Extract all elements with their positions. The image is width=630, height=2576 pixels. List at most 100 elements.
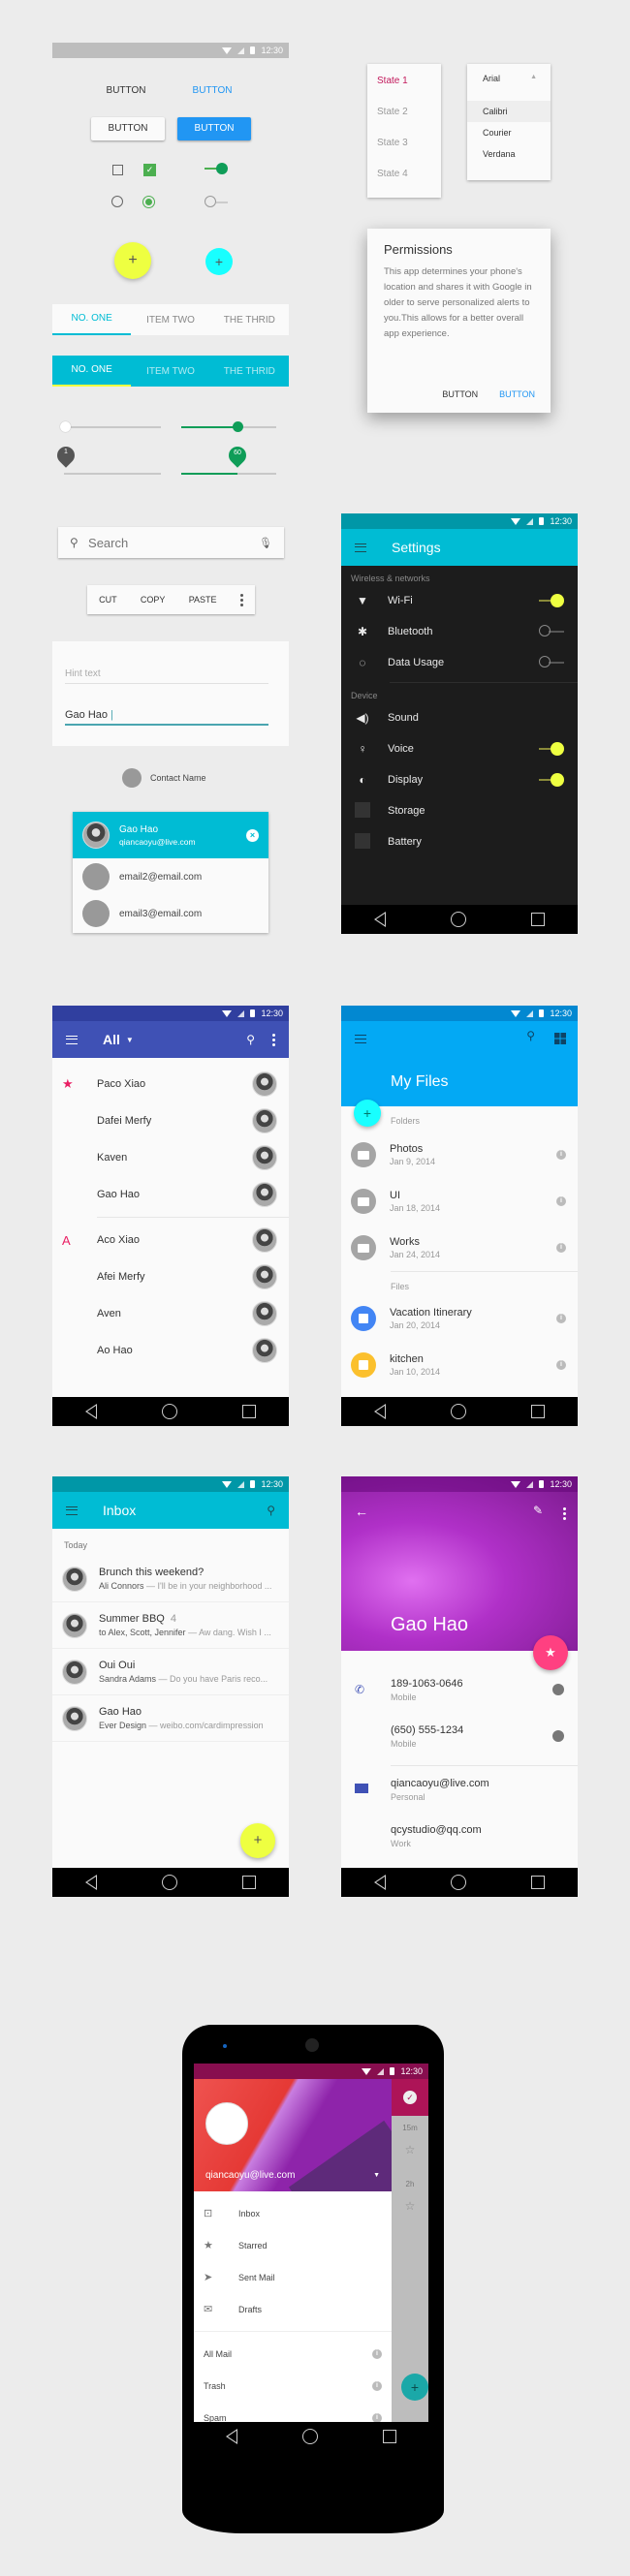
- search-input[interactable]: [88, 535, 260, 550]
- tab-two[interactable]: ITEM TWO: [131, 366, 209, 377]
- dropdown-option[interactable]: Courier: [467, 122, 551, 143]
- grid-view-icon[interactable]: [554, 1033, 566, 1044]
- compose-fab[interactable]: +: [401, 2374, 428, 2401]
- star-outline-icon[interactable]: ☆: [392, 2199, 428, 2213]
- menu-icon[interactable]: [355, 543, 366, 552]
- back-icon[interactable]: [226, 2429, 238, 2444]
- checkbox-unchecked[interactable]: [112, 165, 123, 175]
- file-row[interactable]: kitchen Jan 10, 2014 i: [341, 1342, 578, 1388]
- star-outline-icon[interactable]: ☆: [392, 2143, 428, 2157]
- folder-row[interactable]: Works Jan 24, 2014 i: [341, 1225, 578, 1271]
- paste-button[interactable]: PASTE: [189, 595, 217, 605]
- back-icon[interactable]: [373, 1404, 386, 1419]
- tab-two[interactable]: ITEM TWO: [131, 315, 209, 326]
- slider-thumb[interactable]: [233, 421, 243, 432]
- dropdown-option[interactable]: Calibri: [467, 101, 551, 122]
- info-icon[interactable]: i: [372, 2412, 382, 2423]
- slider-thumb[interactable]: [60, 421, 71, 432]
- toggle-on[interactable]: [539, 594, 564, 607]
- info-icon[interactable]: i: [556, 1150, 566, 1160]
- back-icon[interactable]: [373, 1875, 386, 1890]
- contact-row[interactable]: ★ Paco Xiao: [52, 1066, 289, 1102]
- back-icon[interactable]: [84, 1404, 97, 1419]
- home-icon[interactable]: [161, 1875, 177, 1890]
- message-row[interactable]: Summer BBQ 4 to Alex, Scott, Jennifer — Aw…: [52, 1602, 289, 1649]
- home-icon[interactable]: [301, 2429, 318, 2444]
- setting-display[interactable]: ◐ Display: [341, 764, 578, 795]
- email-row[interactable]: qiancaoyu@live.com Personal: [341, 1766, 578, 1813]
- message-row[interactable]: Gao Hao Ever Design — weibo.com/cardimpre…: [52, 1695, 289, 1742]
- contact-row[interactable]: Aven: [52, 1295, 289, 1332]
- cut-button[interactable]: CUT: [99, 595, 117, 605]
- chip-label[interactable]: Contact Name: [150, 773, 206, 783]
- copy-button[interactable]: COPY: [141, 595, 166, 605]
- home-icon[interactable]: [450, 1875, 466, 1890]
- menu-item-state-4[interactable]: State 4: [367, 169, 441, 200]
- recents-icon[interactable]: [242, 1876, 257, 1889]
- slider-pin[interactable]: [53, 443, 79, 468]
- account-option[interactable]: email2@email.com: [73, 858, 268, 895]
- folder-row[interactable]: Photos Jan 9, 2014 i: [341, 1132, 578, 1178]
- setting-wifi[interactable]: ▼ Wi-Fi: [341, 585, 578, 616]
- info-icon[interactable]: i: [556, 1243, 566, 1253]
- file-row[interactable]: Vacation Itinerary Jan 20, 2014 i: [341, 1295, 578, 1342]
- contact-row[interactable]: Afei Merfy: [52, 1258, 289, 1295]
- drawer-label-item[interactable]: All Mail i: [194, 2338, 392, 2370]
- compose-fab[interactable]: +: [240, 1823, 275, 1858]
- contact-row[interactable]: Gao Hao: [52, 1176, 289, 1213]
- phone-row[interactable]: ✆ 189-1063-0646 Mobile: [341, 1666, 578, 1713]
- name-text-field[interactable]: Gao Hao |: [65, 709, 268, 726]
- contact-row[interactable]: Ao Hao: [52, 1332, 289, 1369]
- raised-button[interactable]: BUTTON: [91, 117, 165, 140]
- toggle-off[interactable]: [539, 656, 564, 669]
- edit-icon[interactable]: ✎: [533, 1504, 543, 1517]
- tab-three[interactable]: THE THRID: [210, 315, 289, 326]
- menu-icon[interactable]: [66, 1505, 78, 1515]
- search-icon[interactable]: ⚲: [267, 1504, 275, 1517]
- search-icon[interactable]: ⚲: [246, 1033, 255, 1046]
- toggle-on[interactable]: [539, 773, 564, 787]
- info-icon[interactable]: i: [556, 1314, 566, 1323]
- tab-one[interactable]: NO. ONE: [52, 304, 132, 335]
- message-icon[interactable]: [552, 1730, 564, 1742]
- recents-icon[interactable]: [531, 1876, 546, 1889]
- switch-on[interactable]: [216, 163, 228, 174]
- filter-dropdown[interactable]: All: [103, 1032, 120, 1047]
- drawer-item[interactable]: ✉ Drafts: [194, 2293, 392, 2325]
- more-vert-icon[interactable]: [563, 1507, 566, 1520]
- folder-row[interactable]: UI Jan 18, 2014 i: [341, 1178, 578, 1225]
- account-selected[interactable]: Gao Hao qiancaoyu@live.com ×: [73, 812, 268, 858]
- toggle-on[interactable]: [539, 742, 564, 756]
- menu-icon[interactable]: [355, 1035, 366, 1043]
- checkbox-checked[interactable]: ✓: [143, 164, 156, 176]
- dropdown-icon[interactable]: ▼: [126, 1036, 134, 1044]
- drawer-item[interactable]: ➤ Sent Mail: [194, 2261, 392, 2293]
- message-row[interactable]: Brunch this weekend? Ali Connors — I'll b…: [52, 1556, 289, 1602]
- account-option[interactable]: email3@email.com: [73, 895, 268, 932]
- home-icon[interactable]: [450, 912, 466, 927]
- hint-text-field[interactable]: Hint text: [65, 668, 268, 684]
- search-icon[interactable]: ⚲: [526, 1029, 535, 1042]
- radio-selected[interactable]: [142, 196, 155, 208]
- recents-icon[interactable]: [531, 913, 546, 926]
- email-row[interactable]: qcystudio@qq.com Work: [341, 1813, 578, 1859]
- raised-button-accent[interactable]: BUTTON: [177, 117, 251, 140]
- info-icon[interactable]: i: [556, 1360, 566, 1370]
- dialog-button[interactable]: BUTTON: [442, 389, 478, 399]
- info-icon[interactable]: i: [372, 2348, 382, 2359]
- drawer-item[interactable]: ⊡ Inbox: [194, 2197, 392, 2229]
- radio-unselected[interactable]: [111, 196, 123, 207]
- recents-icon[interactable]: [242, 1405, 257, 1418]
- tab-three[interactable]: THE THRID: [210, 366, 289, 377]
- setting-data-usage[interactable]: ◌ Data Usage: [341, 647, 578, 678]
- setting-storage[interactable]: Storage: [341, 795, 578, 826]
- contact-row[interactable]: Dafei Merfy: [52, 1102, 289, 1139]
- home-icon[interactable]: [450, 1404, 466, 1419]
- message-row[interactable]: Oui Oui Sandra Adams — Do you have Paris …: [52, 1649, 289, 1695]
- setting-battery[interactable]: Battery: [341, 826, 578, 857]
- contact-row[interactable]: Kaven: [52, 1139, 289, 1176]
- check-circle-icon[interactable]: ✓: [403, 2091, 417, 2104]
- menu-icon[interactable]: [66, 1035, 78, 1044]
- recents-icon[interactable]: [382, 2430, 396, 2443]
- info-icon[interactable]: i: [556, 1196, 566, 1206]
